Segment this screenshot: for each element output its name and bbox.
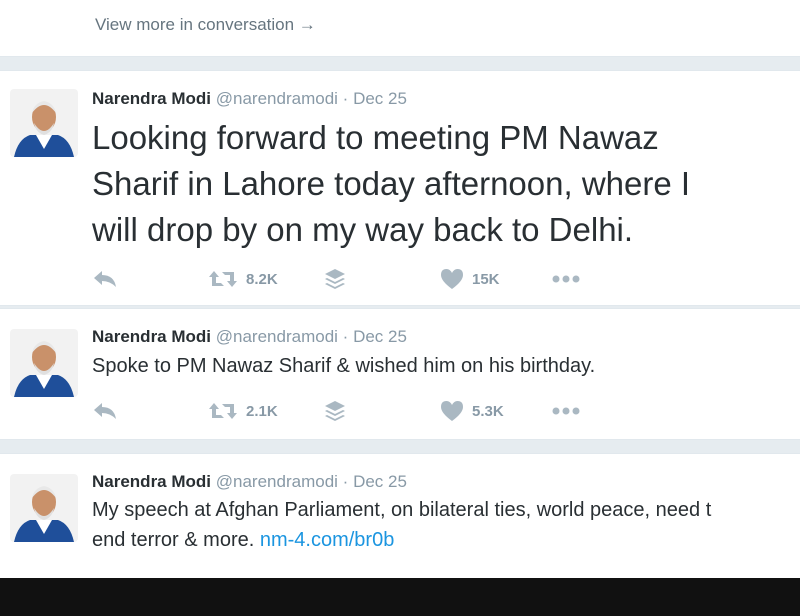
separator: · [342, 327, 349, 346]
like-count: 15K [472, 270, 500, 288]
tweet[interactable]: Narendra Modi @narendramodi · Dec 25 My … [0, 453, 800, 578]
like-count: 5.3K [472, 402, 504, 420]
layers-icon [325, 401, 345, 421]
more-button[interactable] [552, 266, 580, 292]
author-name[interactable]: Narendra Modi [92, 327, 211, 346]
layers-icon [325, 269, 345, 289]
retweet-icon [209, 403, 237, 419]
retweet-count: 2.1K [246, 402, 278, 420]
more-button[interactable] [552, 398, 580, 424]
tweet-text: My speech at Afghan Parliament, on bilat… [92, 495, 711, 555]
conversation-card: View more in conversation → [0, 0, 800, 57]
author-name[interactable]: Narendra Modi [92, 89, 211, 108]
tweet-text: Looking forward to meeting PM Nawaz Shar… [92, 115, 690, 253]
reply-icon [94, 403, 116, 419]
tweet-date[interactable]: Dec 25 [353, 89, 407, 108]
reply-button[interactable] [92, 266, 118, 292]
avatar[interactable] [10, 89, 78, 157]
reply-icon [94, 271, 116, 287]
heart-icon [441, 401, 463, 421]
tweet-actions: 2.1K 5.3K [92, 398, 612, 424]
tweet-text-segment: end terror & more. [92, 529, 260, 551]
avatar[interactable] [10, 329, 78, 397]
tweet-date[interactable]: Dec 25 [353, 472, 407, 491]
reply-button[interactable] [92, 398, 118, 424]
tweet-text-line: Spoke to PM Nawaz Sharif & wished him on… [92, 355, 596, 377]
avatar[interactable] [10, 474, 78, 542]
like-button[interactable]: 5.3K [440, 398, 504, 424]
retweet-icon [209, 271, 237, 287]
tweet-text-line: Sharif in Lahore today afternoon, where … [92, 165, 691, 202]
separator: · [342, 472, 349, 491]
view-more-link[interactable]: View more in conversation → [95, 15, 316, 35]
tweet-text-line: Looking forward to meeting PM Nawaz [92, 119, 659, 156]
tweet-text-line: will drop by on my way back to Delhi. [92, 211, 634, 248]
tweet[interactable]: Narendra Modi @narendramodi · Dec 25 Spo… [0, 308, 800, 440]
more-dots-icon [552, 407, 580, 415]
retweet-button[interactable]: 2.1K [208, 398, 278, 424]
tweet-text: Spoke to PM Nawaz Sharif & wished him on… [92, 351, 595, 381]
more-dots-icon [552, 275, 580, 283]
bottom-bar [0, 578, 800, 616]
buffer-button[interactable] [324, 398, 346, 424]
separator: · [342, 89, 349, 108]
like-button[interactable]: 15K [440, 266, 500, 292]
heart-icon [441, 269, 463, 289]
author-handle[interactable]: @narendramodi [216, 472, 338, 491]
tweet-link[interactable]: nm-4.com/br0b [260, 529, 395, 551]
tweet-header: Narendra Modi @narendramodi · Dec 25 [92, 327, 407, 347]
author-handle[interactable]: @narendramodi [216, 89, 338, 108]
tweet[interactable]: Narendra Modi @narendramodi · Dec 25 Loo… [0, 70, 800, 306]
retweet-button[interactable]: 8.2K [208, 266, 278, 292]
tweet-date[interactable]: Dec 25 [353, 327, 407, 346]
retweet-count: 8.2K [246, 270, 278, 288]
tweet-text-line: end terror & more. nm-4.com/br0b [92, 525, 711, 555]
tweet-header: Narendra Modi @narendramodi · Dec 25 [92, 472, 407, 492]
author-name[interactable]: Narendra Modi [92, 472, 211, 491]
buffer-button[interactable] [324, 266, 346, 292]
tweet-actions: 8.2K 15K [92, 266, 612, 292]
tweet-text-line: My speech at Afghan Parliament, on bilat… [92, 499, 712, 521]
tweet-header: Narendra Modi @narendramodi · Dec 25 [92, 89, 407, 109]
author-handle[interactable]: @narendramodi [216, 327, 338, 346]
